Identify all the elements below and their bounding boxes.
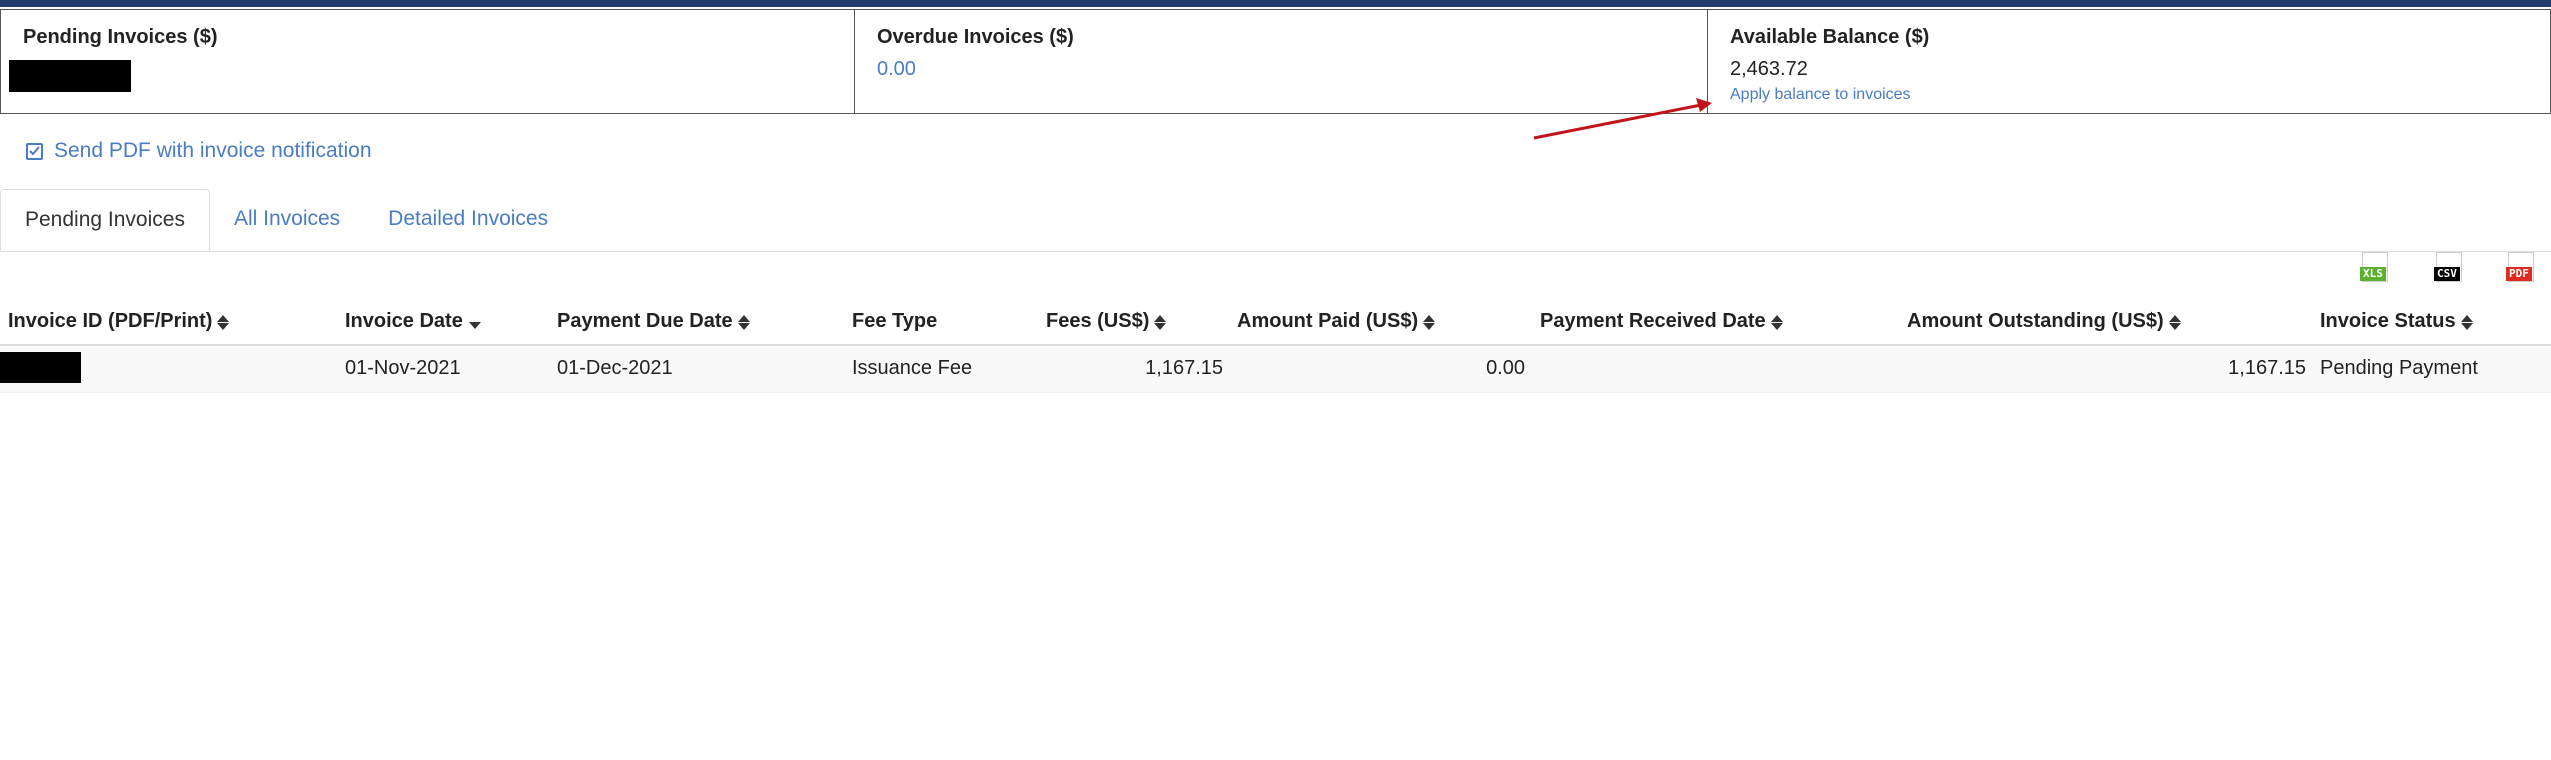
annotation-arrow [1533,98,1712,140]
export-csv-icon[interactable]: CSV [2428,252,2468,286]
send-pdf-label: Send PDF with invoice notification [54,139,372,162]
available-balance-value: 2,463.72 [1730,58,1808,80]
checkbox-checked-icon[interactable] [26,142,43,160]
cell-invoice-status: Pending Payment [2320,357,2478,379]
col-amount-paid[interactable]: Amount Paid (US$) [1237,310,1436,333]
col-invoice-date[interactable]: Invoice Date [345,310,481,333]
sort-icon [737,313,750,331]
pending-invoices-title: Pending Invoices ($) [23,26,218,48]
col-payment-received-date[interactable]: Payment Received Date [1540,310,1783,333]
export-pdf-icon[interactable]: PDF [2500,252,2540,286]
send-pdf-option[interactable]: Send PDF with invoice notification [26,139,372,163]
export-xls-icon[interactable]: XLS [2354,252,2394,286]
pending-invoices-box: Pending Invoices ($) [1,10,854,113]
col-amount-outstanding[interactable]: Amount Outstanding (US$) [1907,310,2181,333]
cell-amount-outstanding: 1,167.15 [2228,357,2306,379]
tab-all-invoices[interactable]: All Invoices [210,189,364,251]
cell-amount-paid: 0.00 [1486,357,1525,379]
cell-due-date: 01-Dec-2021 [557,357,673,379]
sort-icon [1770,313,1783,331]
available-balance-box: Available Balance ($) 2,463.72 Apply bal… [1707,10,2550,113]
invoice-id-redacted[interactable] [0,352,81,383]
sort-icon [2460,313,2473,331]
sort-icon [2168,313,2181,331]
apply-balance-link[interactable]: Apply balance to invoices [1730,86,2528,104]
table-row: 01-Nov-2021 01-Dec-2021 Issuance Fee 1,1… [0,346,2551,393]
sort-icon [1423,313,1436,331]
sort-icon [217,313,230,331]
tab-detailed-invoices[interactable]: Detailed Invoices [364,189,572,251]
col-invoice-status[interactable]: Invoice Status [2320,310,2473,333]
tab-pending-invoices[interactable]: Pending Invoices [0,189,210,251]
invoice-tabs: Pending Invoices All Invoices Detailed I… [0,189,2551,252]
table-header: Invoice ID (PDF/Print) Invoice Date Paym… [0,302,2551,346]
overdue-invoices-title: Overdue Invoices ($) [877,26,1074,48]
available-balance-title: Available Balance ($) [1730,26,1930,48]
cell-fees: 1,167.15 [1145,357,1223,379]
sort-desc-icon [468,313,481,331]
top-nav-bar [0,0,2551,7]
pending-invoices-value-redacted [9,60,131,92]
summary-panel: Pending Invoices ($) Overdue Invoices ($… [0,9,2551,114]
col-invoice-id[interactable]: Invoice ID (PDF/Print) [8,310,230,333]
cell-invoice-date: 01-Nov-2021 [345,357,461,379]
col-fee-type: Fee Type [852,310,938,332]
col-payment-due-date[interactable]: Payment Due Date [557,310,750,333]
col-fees[interactable]: Fees (US$) [1046,310,1167,333]
sort-icon [1154,313,1167,331]
overdue-invoices-value[interactable]: 0.00 [877,56,1685,82]
cell-fee-type: Issuance Fee [852,357,973,379]
